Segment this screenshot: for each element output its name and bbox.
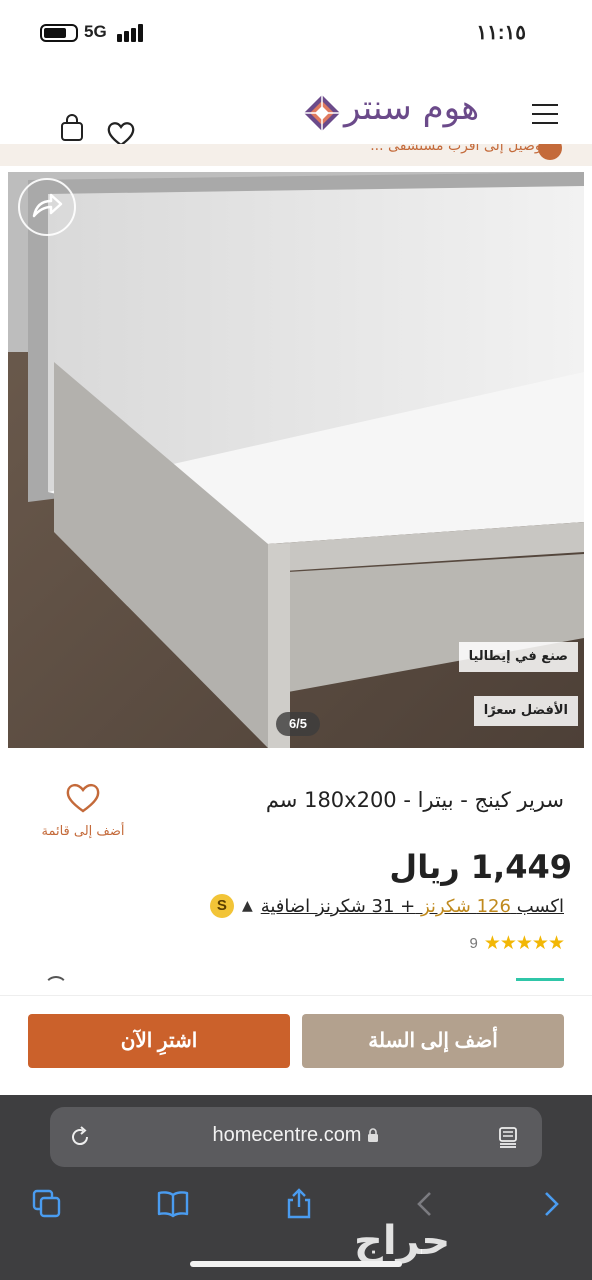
product-price: 1,449 ريال xyxy=(389,848,572,886)
promo-banner-text: توصيل إلى أقرب مستشفى ... xyxy=(370,144,546,154)
rewards-prefix: اكسب xyxy=(516,895,564,917)
shukran-coin-icon: S xyxy=(209,894,234,918)
shopping-bag-icon[interactable] xyxy=(58,114,86,142)
rewards-points: 126 شكرنز xyxy=(420,895,511,917)
clock: ١١:١٥ xyxy=(476,22,526,44)
product-title: سرير كينج - بيترا - 180x200 سم xyxy=(265,788,564,812)
reader-mode-icon[interactable] xyxy=(496,1125,520,1149)
rewards-bonus: + 31 شكرنز اضافية xyxy=(260,895,416,917)
url-text: homecentre.com xyxy=(212,1124,362,1146)
add-to-cart-button[interactable]: أضف إلى السلة xyxy=(302,1014,564,1068)
review-count: 9 xyxy=(469,934,478,952)
product-rating[interactable]: ★★★★★ 9 xyxy=(469,932,565,954)
forward-chevron-icon[interactable] xyxy=(534,1187,568,1221)
status-bar: 5G ١١:١٥ xyxy=(0,0,592,66)
hamburger-menu-icon[interactable] xyxy=(532,104,558,126)
logo-mark-icon xyxy=(303,94,341,132)
add-to-wishlist[interactable]: أضف إلى قائمة xyxy=(24,782,142,839)
address-bar[interactable]: homecentre.com xyxy=(50,1107,542,1167)
share-arrow-icon xyxy=(32,193,63,218)
purchase-actions: اشترِ الآن أضف إلى السلة xyxy=(0,995,592,1095)
signal-icon xyxy=(117,24,145,42)
site-header: هوم سنتر xyxy=(0,66,592,156)
share-button[interactable] xyxy=(18,178,76,236)
browser-toolbar: homecentre.com حراج xyxy=(0,1095,592,1280)
rewards-link[interactable]: اكسب 126 شكرنز + 31 شكرنز اضافية xyxy=(261,896,564,917)
best-price-badge: الأفضل سعرًا xyxy=(473,696,578,726)
logo-text[interactable]: هوم سنتر xyxy=(344,88,479,128)
flame-icon: ▲ xyxy=(241,898,253,914)
tab-indicator xyxy=(516,978,564,981)
watermark: حراج xyxy=(354,1218,451,1264)
image-counter: 6/5 xyxy=(276,712,320,736)
made-in-italy-badge: صنع في إيطاليا xyxy=(458,642,578,672)
battery-icon xyxy=(40,24,78,42)
rating-stars-icon: ★★★★★ xyxy=(483,932,565,954)
share-icon[interactable] xyxy=(282,1187,316,1221)
home-indicator xyxy=(190,1261,402,1267)
product-image[interactable]: صنع في إيطاليا الأفضل سعرًا 6/5 xyxy=(8,172,584,748)
bookmarks-icon[interactable] xyxy=(156,1187,190,1221)
rewards-line[interactable]: S ▲ اكسب 126 شكرنز + 31 شكرنز اضافية xyxy=(209,890,564,922)
heart-icon xyxy=(66,784,100,813)
wishlist-label: أضف إلى قائمة xyxy=(41,824,125,839)
promo-banner[interactable]: توصيل إلى أقرب مستشفى ... xyxy=(0,144,592,166)
buy-now-button[interactable]: اشترِ الآن xyxy=(28,1014,290,1068)
back-chevron-icon[interactable] xyxy=(408,1187,442,1221)
tabs-icon[interactable] xyxy=(30,1187,64,1221)
lock-icon xyxy=(367,1125,379,1142)
network-label: 5G xyxy=(84,22,107,41)
